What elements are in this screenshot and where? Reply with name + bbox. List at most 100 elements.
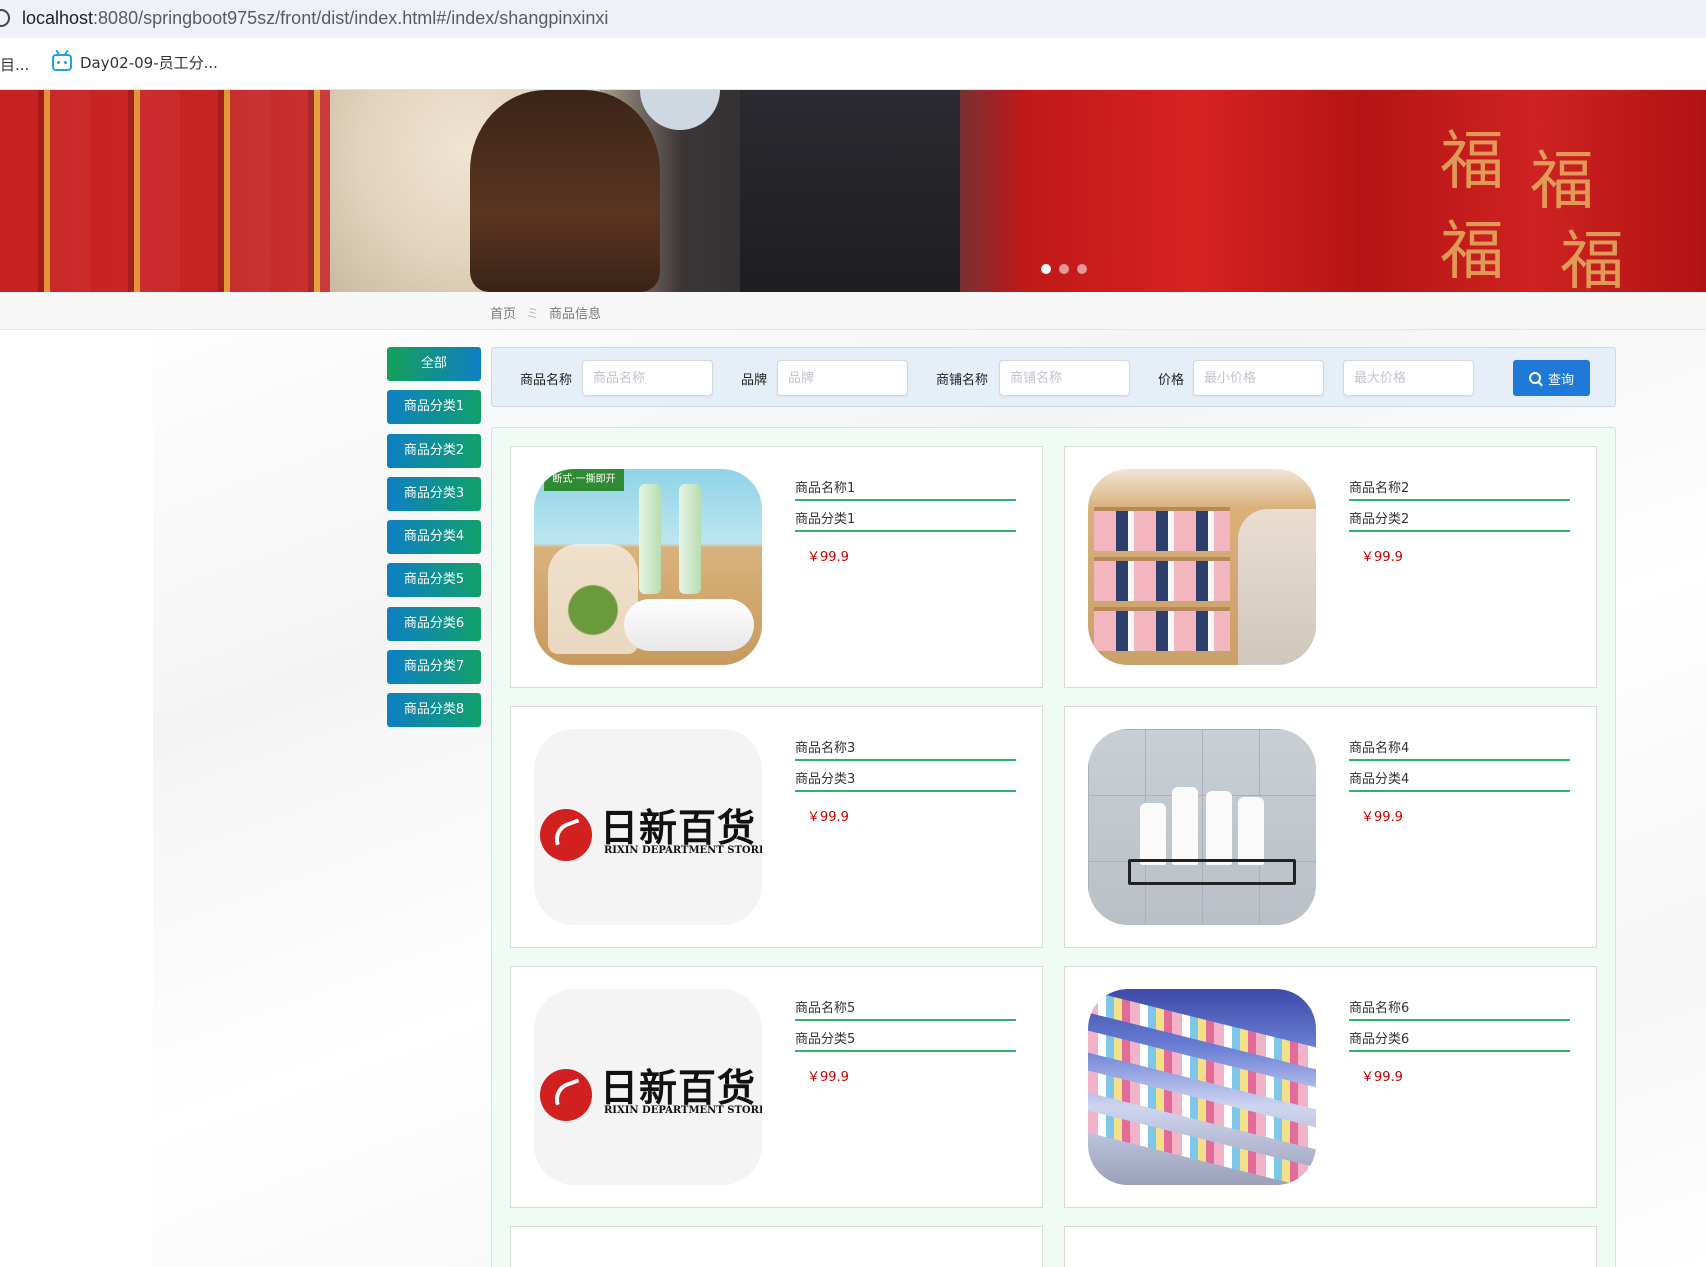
- product-image-tag: 断式·一撕即开: [544, 469, 624, 491]
- banner-dark-area: [740, 90, 960, 292]
- rixin-logo-icon: [540, 809, 592, 861]
- product-name[interactable]: 商品名称2: [1349, 477, 1570, 501]
- product-card[interactable]: 日新百货 RIXIN DEPARTMENT STORE 商品名称5 商品分类5 …: [510, 966, 1043, 1208]
- logo-en-text: RIXIN DEPARTMENT STORE: [604, 1105, 762, 1116]
- carousel-dot-3[interactable]: [1077, 264, 1087, 274]
- product-image[interactable]: [1088, 469, 1316, 665]
- browser-address-bar[interactable]: localhost:8080/springboot975sz/front/dis…: [0, 0, 1706, 38]
- product-name[interactable]: 商品名称3: [795, 737, 1016, 761]
- url-host: localhost: [22, 8, 94, 28]
- product-card[interactable]: 商品名称2 商品分类2 ￥99.9: [1064, 446, 1597, 688]
- carousel-indicators: [1041, 264, 1087, 274]
- page: localhost:8080/springboot975sz/front/dis…: [0, 0, 1706, 1267]
- image-detail: [1094, 557, 1230, 601]
- image-detail: [1140, 803, 1166, 865]
- query-button[interactable]: 查询: [1513, 360, 1590, 396]
- product-card[interactable]: 日新百货 RIXIN DEPARTMENT STORE 商品名称3 商品分类3 …: [510, 706, 1043, 948]
- product-price: ￥99.9: [807, 1070, 849, 1085]
- bilibili-tv-icon: [52, 54, 72, 71]
- carousel-dot-2[interactable]: [1059, 264, 1069, 274]
- category-all-button[interactable]: 全部: [387, 347, 481, 381]
- url-path: :8080/springboot975sz/front/dist/index.h…: [93, 8, 609, 28]
- shop-name-label: 商铺名称: [936, 373, 989, 388]
- logo-cn-text: 日新百货: [600, 1065, 757, 1110]
- product-name[interactable]: 商品名称4: [1349, 737, 1570, 761]
- site-info-icon[interactable]: [0, 9, 10, 27]
- image-detail: [1128, 859, 1296, 885]
- breadcrumb-bar: 首页 ミ 商品信息: [0, 292, 1706, 330]
- image-detail: [1094, 607, 1230, 651]
- product-card[interactable]: 商品名称6 商品分类6 ￥99.9: [1064, 966, 1597, 1208]
- search-icon: [1528, 372, 1541, 384]
- banner-fu-character: 福: [1530, 145, 1594, 219]
- breadcrumb-current: 商品信息: [549, 307, 602, 322]
- image-detail: [1238, 509, 1316, 665]
- product-card-partial[interactable]: [1064, 1226, 1597, 1267]
- breadcrumb-home[interactable]: 首页: [490, 303, 516, 322]
- address-url[interactable]: localhost:8080/springboot975sz/front/dis…: [22, 8, 608, 29]
- banner-carousel[interactable]: 福 福 福 福: [0, 90, 1706, 292]
- shop-name-input[interactable]: [999, 360, 1130, 396]
- banner-fu-character: 福: [1440, 125, 1504, 199]
- banner-fu-character: 福: [1560, 225, 1624, 292]
- product-image[interactable]: 断式·一撕即开: [534, 469, 762, 665]
- product-category: 商品分类3: [795, 768, 1016, 792]
- product-name[interactable]: 商品名称5: [795, 997, 1016, 1021]
- query-button-label: 查询: [1547, 372, 1574, 388]
- rixin-logo-icon: [540, 1069, 592, 1121]
- product-price: ￥99.9: [807, 810, 849, 825]
- product-price: ￥99.9: [1361, 810, 1403, 825]
- image-detail: [1088, 729, 1316, 925]
- max-price-input[interactable]: [1343, 360, 1474, 396]
- breadcrumb: 首页 ミ 商品信息: [490, 303, 601, 322]
- category-button-2[interactable]: 商品分类2: [387, 433, 481, 468]
- category-button-8[interactable]: 商品分类8: [387, 693, 481, 728]
- banner-mask: [640, 90, 720, 130]
- product-price: ￥99.9: [807, 550, 849, 565]
- product-card-partial[interactable]: [510, 1226, 1043, 1267]
- product-category: 商品分类5: [795, 1028, 1016, 1052]
- product-name[interactable]: 商品名称6: [1349, 997, 1570, 1021]
- price-label: 价格: [1158, 373, 1185, 388]
- image-detail: [548, 544, 638, 654]
- category-button-1[interactable]: 商品分类1: [387, 390, 481, 425]
- product-grid: 断式·一撕即开 商品名称1 商品分类1 ￥99.9 商品名称2 商品分类2 ￥9…: [491, 427, 1616, 1267]
- image-detail: [1238, 797, 1264, 865]
- search-bar: 商品名称 品牌 商铺名称 价格 查询: [491, 347, 1616, 407]
- product-name[interactable]: 商品名称1: [795, 477, 1016, 501]
- brand-input[interactable]: [777, 360, 908, 396]
- min-price-input[interactable]: [1193, 360, 1324, 396]
- left-white-panel: [0, 330, 153, 1267]
- product-name-label: 商品名称: [520, 373, 573, 388]
- category-button-5[interactable]: 商品分类5: [387, 563, 481, 598]
- product-image[interactable]: [1088, 729, 1316, 925]
- carousel-dot-1[interactable]: [1041, 264, 1051, 274]
- category-button-7[interactable]: 商品分类7: [387, 650, 481, 685]
- product-name-input[interactable]: [582, 360, 713, 396]
- image-detail: [624, 599, 754, 651]
- product-card[interactable]: 断式·一撕即开 商品名称1 商品分类1 ￥99.9: [510, 446, 1043, 688]
- product-category: 商品分类4: [1349, 768, 1570, 792]
- category-button-3[interactable]: 商品分类3: [387, 476, 481, 511]
- product-category: 商品分类2: [1349, 508, 1570, 532]
- category-button-4[interactable]: 商品分类4: [387, 520, 481, 555]
- product-image[interactable]: [1088, 989, 1316, 1185]
- category-list: 全部 商品分类1 商品分类2 商品分类3 商品分类4 商品分类5 商品分类6 商…: [387, 347, 481, 737]
- product-category: 商品分类1: [795, 508, 1016, 532]
- product-category: 商品分类6: [1349, 1028, 1570, 1052]
- image-detail: [1172, 787, 1198, 865]
- bookmarks-bar: 目... Day02-09-员工分...: [0, 38, 1706, 90]
- image-detail: [639, 484, 661, 594]
- bookmark-0[interactable]: 目...: [0, 54, 29, 75]
- product-card[interactable]: 商品名称4 商品分类4 ￥99.9: [1064, 706, 1597, 948]
- image-detail: [679, 484, 701, 594]
- image-detail: [1094, 507, 1230, 551]
- product-image[interactable]: 日新百货 RIXIN DEPARTMENT STORE: [534, 729, 762, 925]
- image-detail: [1206, 791, 1232, 865]
- banner-fu-character: 福: [1440, 215, 1504, 289]
- bookmark-1[interactable]: Day02-09-员工分...: [52, 52, 218, 73]
- logo-cn-text: 日新百货: [600, 805, 757, 850]
- category-button-6[interactable]: 商品分类6: [387, 606, 481, 641]
- bookmark-1-label: Day02-09-员工分...: [80, 54, 218, 72]
- product-image[interactable]: 日新百货 RIXIN DEPARTMENT STORE: [534, 989, 762, 1185]
